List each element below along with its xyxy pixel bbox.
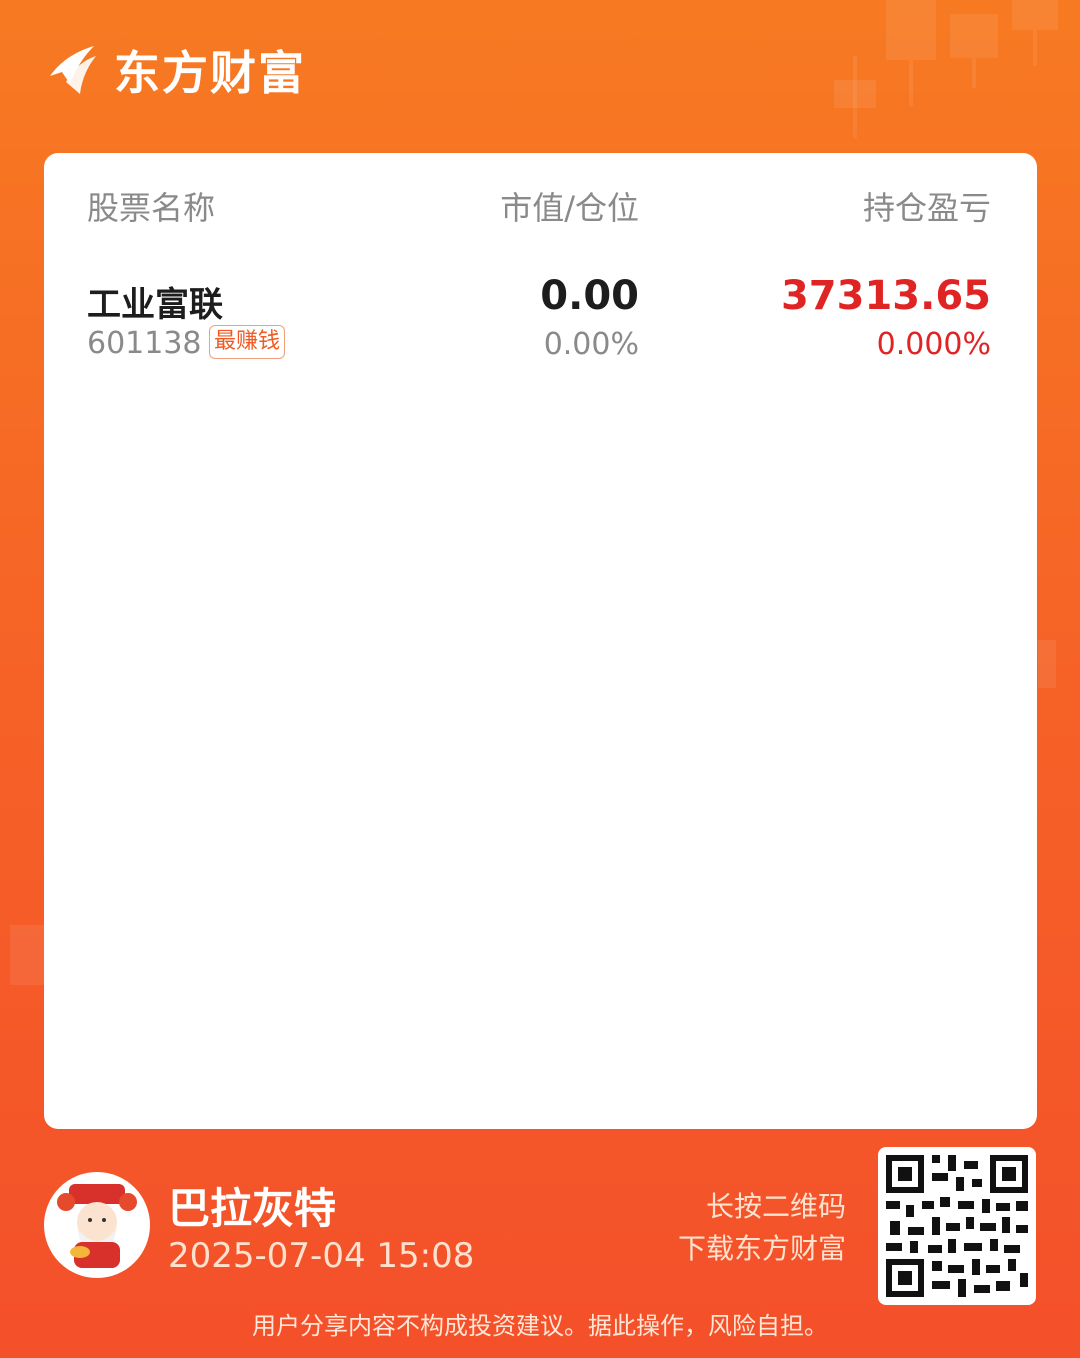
holdings-card: 股票名称 市值/仓位 持仓盈亏 工业富联 601138 最赚钱 0.00 0.0…: [44, 153, 1037, 1129]
decor-candle: [10, 925, 44, 985]
decor-candle-wick: [972, 58, 976, 88]
disclaimer: 用户分享内容不构成投资建议。据此操作，风险自担。: [252, 1312, 828, 1340]
decor-candle: [1038, 640, 1056, 688]
holding-row[interactable]: 工业富联 601138 最赚钱 0.00 0.00% 37313.65 0.00…: [44, 271, 1037, 371]
holding-pnl-percent: 0.000%: [876, 327, 991, 362]
qr-hint-line1: 长按二维码: [705, 1190, 846, 1223]
qr-hint: 长按二维码 下载东方财富: [678, 1186, 846, 1270]
position-percent: 0.00%: [543, 327, 639, 362]
market-value: 0.00: [540, 273, 639, 319]
fortune-god-avatar: [57, 1184, 137, 1268]
stock-name: 工业富联: [87, 285, 223, 325]
decor-candle: [886, 0, 936, 60]
column-header-stock-name: 股票名称: [87, 189, 216, 227]
qr-code-icon: [886, 1155, 1028, 1297]
holding-pnl: 37313.65: [780, 273, 991, 319]
share-timestamp: 2025-07-04 15:08: [168, 1236, 475, 1276]
column-header-pnl: 持仓盈亏: [862, 189, 991, 227]
column-header-market-value: 市值/仓位: [500, 189, 639, 227]
decor-candle: [950, 14, 998, 58]
download-qr-code[interactable]: [878, 1147, 1036, 1305]
decor-candle-wick: [853, 56, 857, 138]
brand-name: 东方财富: [114, 46, 306, 100]
decor-candle-wick: [1033, 30, 1037, 66]
app-header: 东方财富: [44, 40, 306, 100]
decor-candle: [1012, 0, 1058, 30]
user-name: 巴拉灰特: [168, 1184, 337, 1233]
avatar: [44, 1172, 150, 1278]
top-earner-badge: 最赚钱: [209, 325, 286, 359]
eastmoney-logo-icon: [50, 46, 96, 94]
stock-code: 601138: [87, 326, 202, 361]
decor-candle-wick: [909, 60, 913, 106]
qr-hint-line2: 下载东方财富: [677, 1232, 846, 1265]
